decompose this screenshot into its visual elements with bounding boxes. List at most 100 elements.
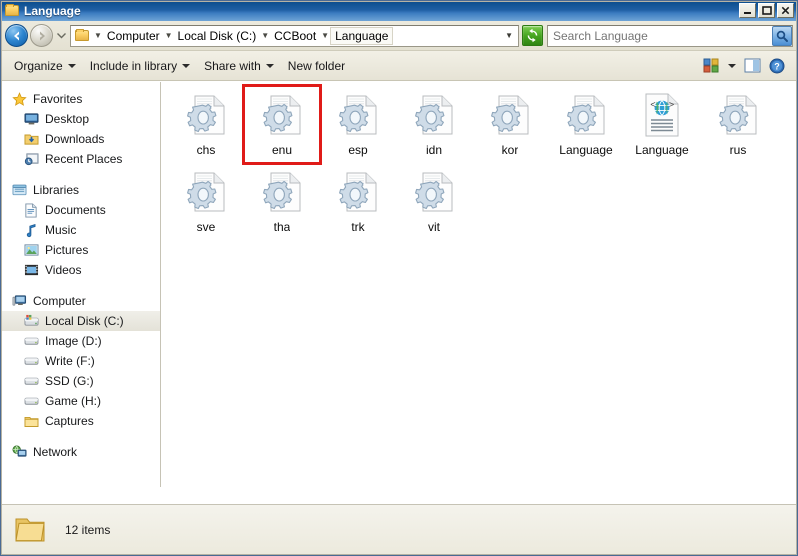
file-item-label: Language xyxy=(635,143,689,157)
file-item-label: esp xyxy=(348,143,368,157)
help-icon[interactable]: ? xyxy=(767,56,787,76)
breadcrumb-item-2[interactable]: CCBoot xyxy=(270,27,320,45)
videos-icon xyxy=(23,262,39,278)
sidebar-group-network[interactable]: Network xyxy=(1,442,161,462)
breadcrumb-folder-icon xyxy=(75,29,90,42)
search-input[interactable] xyxy=(548,26,772,45)
minimize-button[interactable] xyxy=(739,3,756,18)
sidebar-group-favorites-label: Favorites xyxy=(33,92,83,106)
sidebar-item-captures[interactable]: Captures xyxy=(1,411,161,431)
svg-text:?: ? xyxy=(774,61,780,71)
sidebar-item-game-h[interactable]: Game (H:) xyxy=(1,391,161,411)
search-box[interactable] xyxy=(547,24,793,47)
pane-splitter[interactable] xyxy=(160,82,161,487)
status-bar: 12 items xyxy=(1,504,797,555)
drive-icon xyxy=(23,393,39,409)
sidebar-item-pictures[interactable]: Pictures xyxy=(1,240,161,260)
close-button[interactable] xyxy=(777,3,794,18)
title-bar[interactable]: Language xyxy=(1,1,797,21)
address-dropdown-chevron-down-icon[interactable]: ▼ xyxy=(505,31,516,40)
folder-icon xyxy=(23,413,39,429)
file-item-label: tha xyxy=(273,220,291,234)
file-item[interactable]: rus xyxy=(700,86,776,163)
sidebar-item-local-disk-c[interactable]: Local Disk (C:) xyxy=(1,311,161,331)
history-dropdown-chevron-down-icon[interactable] xyxy=(55,25,68,47)
explorer-window: Language ▼ Computer ▼ Local Disk (C:) ▼ … xyxy=(0,0,798,556)
file-item[interactable]: Language xyxy=(548,86,624,163)
sidebar-item-desktop-label: Desktop xyxy=(45,112,90,126)
search-icon[interactable] xyxy=(772,25,792,46)
sidebar-group-libraries-label: Libraries xyxy=(33,183,80,197)
file-item[interactable]: enu xyxy=(242,84,322,165)
drive-icon xyxy=(23,333,39,349)
maximize-button[interactable] xyxy=(758,3,775,18)
documents-icon xyxy=(23,202,39,218)
breadcrumb-item-1[interactable]: Local Disk (C:) xyxy=(174,27,261,45)
explorer-body: Favorites Desktop Downloads Recent Place… xyxy=(1,81,797,504)
view-dropdown-caret-down-icon[interactable] xyxy=(726,62,738,70)
include-in-library-label: Include in library xyxy=(89,58,178,73)
music-icon xyxy=(23,222,39,238)
file-item[interactable]: sve xyxy=(168,163,244,240)
sidebar-item-recent-places[interactable]: Recent Places xyxy=(1,149,161,169)
breadcrumb-separator-0[interactable]: ▼ xyxy=(93,31,103,40)
downloads-icon xyxy=(23,131,39,147)
share-with-button[interactable]: Share with xyxy=(197,56,281,76)
caret-down-icon xyxy=(265,63,274,68)
new-folder-button[interactable]: New folder xyxy=(281,56,352,76)
file-item-label: rus xyxy=(729,143,747,157)
sidebar-group-libraries[interactable]: Libraries xyxy=(1,180,161,200)
sidebar-group-favorites[interactable]: Favorites xyxy=(1,89,161,109)
file-item[interactable]: kor xyxy=(472,86,548,163)
file-item[interactable]: < > Language xyxy=(624,86,700,163)
config-file-icon xyxy=(334,91,382,139)
file-item-label: enu xyxy=(271,143,293,157)
breadcrumb-separator-3[interactable]: ▼ xyxy=(320,31,330,40)
sidebar-item-image-d[interactable]: Image (D:) xyxy=(1,331,161,351)
config-file-icon xyxy=(486,91,534,139)
sidebar-item-documents-label: Documents xyxy=(45,203,106,217)
window-title: Language xyxy=(24,4,81,18)
recent-places-icon xyxy=(23,151,39,167)
sidebar-group-computer[interactable]: Computer xyxy=(1,291,161,311)
navigation-pane[interactable]: Favorites Desktop Downloads Recent Place… xyxy=(1,82,162,504)
refresh-icon[interactable] xyxy=(522,25,543,46)
forward-arrow-icon[interactable] xyxy=(30,24,53,47)
file-list-pane[interactable]: chs enu esp idn kor Language < > Languag… xyxy=(162,82,797,504)
file-item[interactable]: trk xyxy=(320,163,396,240)
preview-pane-icon[interactable] xyxy=(742,56,763,75)
back-arrow-icon[interactable] xyxy=(5,24,28,47)
include-in-library-button[interactable]: Include in library xyxy=(83,56,197,76)
sidebar-item-documents[interactable]: Documents xyxy=(1,200,161,220)
sidebar-item-music[interactable]: Music xyxy=(1,220,161,240)
sidebar-item-downloads[interactable]: Downloads xyxy=(1,129,161,149)
sidebar-item-write-f[interactable]: Write (F:) xyxy=(1,351,161,371)
sidebar-item-desktop[interactable]: Desktop xyxy=(1,109,161,129)
file-item[interactable]: vit xyxy=(396,163,472,240)
share-with-label: Share with xyxy=(204,58,261,73)
config-file-icon xyxy=(410,168,458,216)
file-item[interactable]: esp xyxy=(320,86,396,163)
breadcrumb-separator-1[interactable]: ▼ xyxy=(164,31,174,40)
new-folder-label: New folder xyxy=(287,58,346,73)
organize-button[interactable]: Organize xyxy=(7,56,83,76)
file-grid: chs enu esp idn kor Language < > Languag… xyxy=(162,82,797,240)
sidebar-item-videos[interactable]: Videos xyxy=(1,260,161,280)
file-item-label: idn xyxy=(425,143,442,157)
breadcrumb-item-0[interactable]: Computer xyxy=(103,27,164,45)
file-item[interactable]: chs xyxy=(168,86,244,163)
file-item[interactable]: tha xyxy=(244,163,320,240)
system-drive-icon xyxy=(23,313,39,329)
view-icons-icon[interactable] xyxy=(701,56,722,75)
config-file-icon xyxy=(258,168,306,216)
breadcrumb-separator-2[interactable]: ▼ xyxy=(260,31,270,40)
file-item[interactable]: idn xyxy=(396,86,472,163)
config-file-icon xyxy=(258,91,306,139)
breadcrumb-item-3[interactable]: Language xyxy=(330,26,394,45)
sidebar-item-ssd-g[interactable]: SSD (G:) xyxy=(1,371,161,391)
config-file-icon xyxy=(562,91,610,139)
libraries-icon xyxy=(11,182,27,198)
star-icon xyxy=(11,91,27,107)
caret-down-icon xyxy=(182,63,191,68)
breadcrumb-bar[interactable]: ▼ Computer ▼ Local Disk (C:) ▼ CCBoot ▼ … xyxy=(70,24,519,47)
